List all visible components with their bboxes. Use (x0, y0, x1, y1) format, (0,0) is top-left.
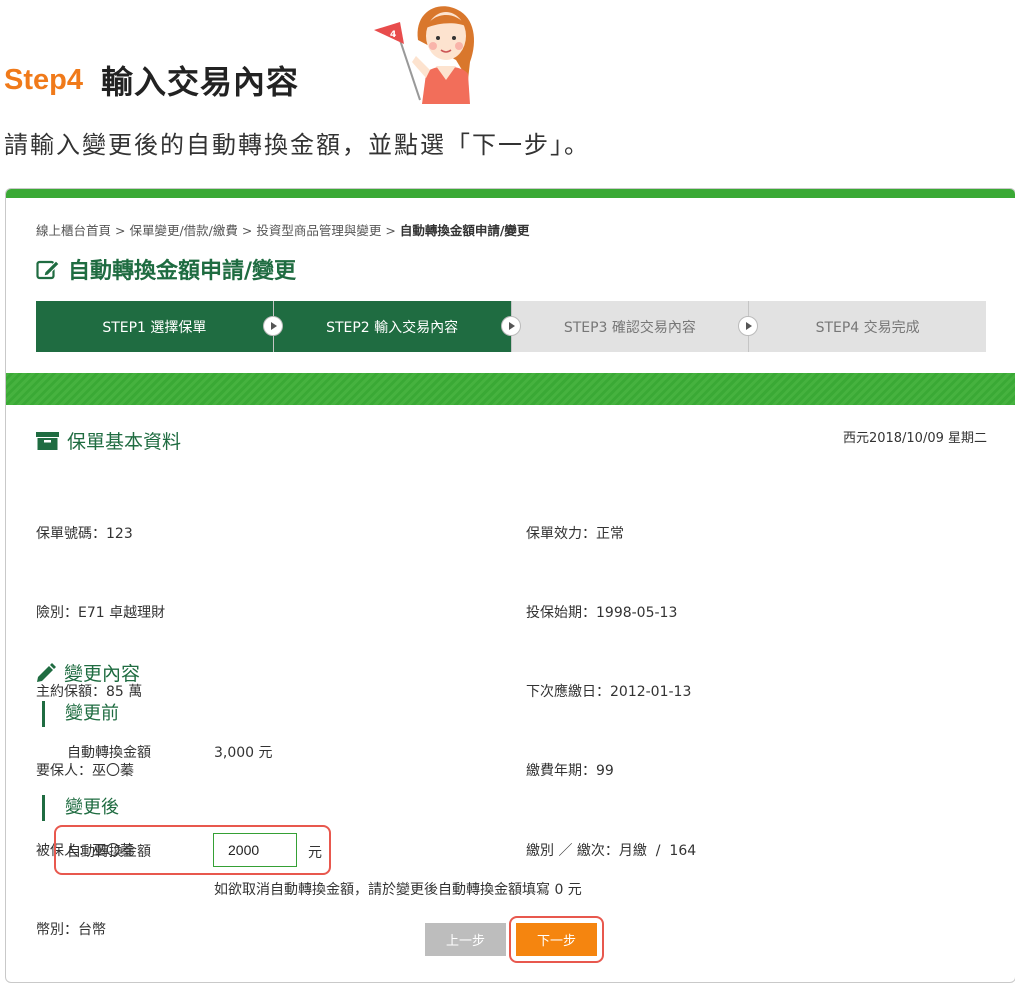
page-title: 自動轉換金額申請/變更 (36, 253, 296, 285)
after-amount-label: 自動轉換金額 (67, 844, 151, 860)
edit-square-icon (36, 260, 60, 280)
tutorial-title: 輸入交易內容 (100, 63, 299, 101)
pencil-icon (37, 662, 56, 682)
prev-button[interactable]: 上一步 (425, 923, 506, 956)
breadcrumb-investment[interactable]: 投資型商品管理與變更 (256, 223, 381, 238)
step-number: Step4 (4, 63, 83, 96)
policy-pay-years: 繳費年期：99 (526, 763, 614, 780)
page-title-text: 自動轉換金額申請/變更 (68, 259, 297, 284)
policy-info-heading-text: 保單基本資料 (67, 431, 182, 453)
policy-number: 保單號碼：123 (36, 525, 133, 542)
policy-type: 險別：E71 卓越理財 (36, 605, 166, 622)
policy-status: 保單效力：正常 (526, 525, 624, 542)
chevron-right-icon (262, 316, 283, 336)
step-2: STEP2 輸入交易內容 (272, 301, 521, 352)
step-3-label: STEP3 確認交易內容 (563, 319, 696, 336)
breadcrumb-home[interactable]: 線上櫃台首頁 (36, 223, 111, 238)
step-4: STEP4 交易完成 (748, 301, 986, 352)
policy-info-right: 保單效力：正常 投保始期：1998-05-13 下次應繳日：2012-01-13… (526, 468, 696, 917)
change-heading: 變更內容 (36, 659, 140, 686)
intro-text: 請輸入變更後的自動轉換金額，並點選「下一步」。 (4, 131, 590, 159)
breadcrumb-separator: > (241, 223, 253, 238)
policy-pay-mode: 繳別 ／ 繳次：月繳 / 164 (526, 842, 697, 859)
after-heading: 變更後 (42, 795, 119, 821)
policy-info-heading: 保單基本資料 (36, 427, 181, 454)
step-1: STEP1 選擇保單 (36, 301, 283, 352)
green-divider-band (6, 373, 1015, 405)
tutorial-heading: Step4 輸入交易內容 (4, 54, 299, 106)
breadcrumb-separator: > (115, 223, 126, 238)
next-highlight-frame (509, 916, 604, 963)
breadcrumb: 線上櫃台首頁 > 保單變更/借款/繳費 > 投資型商品管理與變更 > 自動轉換金… (36, 220, 529, 239)
chevron-right-icon (500, 316, 521, 336)
change-heading-text: 變更內容 (64, 663, 141, 685)
guide-girl-illustration: 4 (374, 6, 474, 104)
top-accent-bar (6, 189, 1015, 198)
breadcrumb-separator: > (385, 223, 396, 238)
cancel-note: 如欲取消自動轉換金額，請於變更後自動轉換金額填寫 0 元 (214, 882, 582, 898)
auto-transfer-amount-input[interactable] (213, 833, 297, 867)
before-amount-label: 自動轉換金額 (67, 745, 151, 761)
policy-next-due: 下次應繳日：2012-01-13 (526, 684, 692, 701)
policy-start-date: 投保始期：1998-05-13 (526, 605, 678, 622)
step-2-label: STEP2 輸入交易內容 (326, 319, 459, 336)
step-progress: STEP1 選擇保單 STEP2 輸入交易內容 STEP3 確認交易內容 STE… (36, 301, 986, 352)
flag-number: 4 (390, 30, 396, 40)
step-4-label: STEP4 交易完成 (815, 319, 920, 336)
after-amount-unit: 元 (308, 845, 322, 861)
before-heading: 變更前 (42, 701, 119, 727)
before-amount-value: 3,000 元 (214, 745, 273, 761)
breadcrumb-policy-change[interactable]: 保單變更/借款/繳費 (129, 223, 237, 238)
breadcrumb-current: 自動轉換金額申請/變更 (399, 223, 530, 238)
archive-box-icon (36, 431, 59, 450)
current-date: 西元2018/10/09 星期二 (842, 431, 987, 446)
screen-card: 線上櫃台首頁 > 保單變更/借款/繳費 > 投資型商品管理與變更 > 自動轉換金… (5, 188, 1015, 983)
policy-applicant: 要保人：巫〇蓁 (36, 763, 134, 780)
step-3: STEP3 確認交易內容 (510, 301, 759, 352)
step-1-label: STEP1 選擇保單 (102, 319, 207, 336)
policy-currency: 幣別：台幣 (36, 921, 106, 938)
